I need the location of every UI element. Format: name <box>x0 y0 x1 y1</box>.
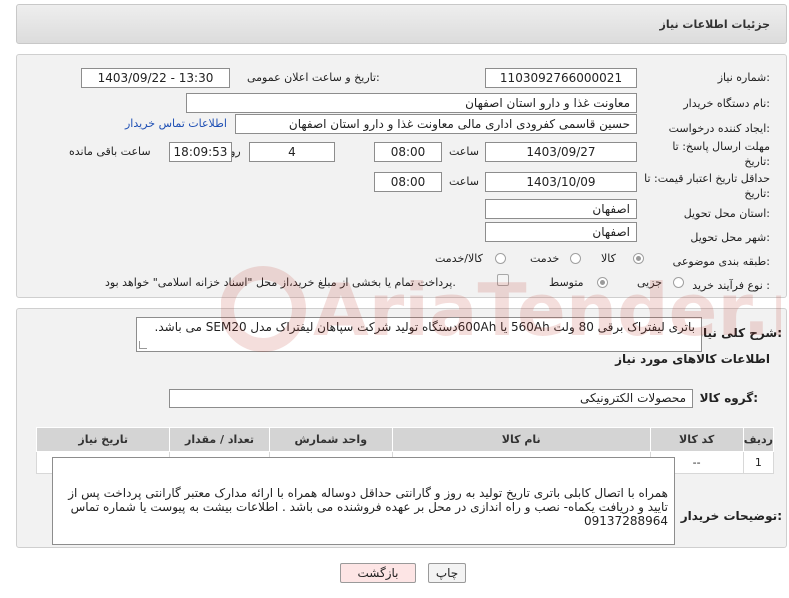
cell-row-number: 1 <box>742 451 775 474</box>
remaining-time-field: 18:09:53 <box>169 142 232 162</box>
category-option-goods: کالا <box>601 252 616 265</box>
city-field: اصفهان <box>485 222 637 242</box>
buyer-org-label: نام دستگاه خریدار: <box>683 97 770 110</box>
treasury-payment-note: پرداخت تمام یا بخشی از مبلغ خرید،از محل … <box>105 276 456 289</box>
buyer-notes-label: توضیحات خریدار: <box>680 509 782 523</box>
deadline-date-field: 1403/09/27 <box>485 142 637 162</box>
city-label: شهر محل تحویل: <box>690 231 770 244</box>
process-type-label: نوع فرآیند خرید : <box>692 279 770 292</box>
process-radio-medium[interactable] <box>597 277 608 288</box>
need-info-panel: شماره نیاز: 1103092766000021 تاریخ و ساع… <box>16 54 787 298</box>
col-item-name: نام کالا <box>391 427 651 452</box>
header-bar: جزئیات اطلاعات نیاز <box>16 4 787 44</box>
category-option-service: خدمت <box>530 252 560 265</box>
need-number-field: 1103092766000021 <box>485 68 637 88</box>
province-field: اصفهان <box>485 199 637 219</box>
need-number-label: شماره نیاز: <box>717 71 770 84</box>
col-quantity: تعداد / مقدار <box>169 427 270 452</box>
validity-date-field: 1403/10/09 <box>485 172 637 192</box>
category-radio-goods[interactable] <box>633 253 644 264</box>
col-need-date: تاریخ نیاز <box>35 427 171 452</box>
deadline-label: مهلت ارسال پاسخ: تا <box>672 140 770 153</box>
creator-label: ایجاد کننده درخواست: <box>668 122 770 135</box>
price-validity-label: حداقل تاریخ اعتبار قیمت: تا <box>644 172 770 185</box>
goods-group-label: گروه کالا: <box>699 391 758 405</box>
price-validity-label-date: تاریخ: <box>744 187 770 200</box>
process-option-medium: متوسط <box>549 276 584 289</box>
goods-section-title: اطلاعات کالاهای مورد نیاز <box>615 352 770 366</box>
process-radio-minor[interactable] <box>673 277 684 288</box>
buyer-org-field: معاونت غذا و دارو استان اصفهان <box>186 93 637 113</box>
description-field: باتری لیفتراک برقی 80 ولت 560Ah یا 600Ah… <box>136 317 702 352</box>
table-header-row: ردیف کد کالا نام کالا واحد شمارش تعداد /… <box>35 427 775 452</box>
col-row-number: ردیف <box>742 427 775 452</box>
back-button[interactable]: بازگشت <box>340 563 416 583</box>
resize-handle[interactable] <box>139 341 147 349</box>
category-label: طبقه بندی موضوعی: <box>672 255 770 268</box>
description-text: باتری لیفتراک برقی 80 ولت 560Ah یا 600Ah… <box>154 320 695 334</box>
print-button[interactable]: چاپ <box>428 563 466 583</box>
buyer-notes-field: همراه با اتصال کابلی باتری تاریخ تولید ب… <box>52 457 675 545</box>
province-label: استان محل تحویل: <box>683 207 770 220</box>
category-option-goods-service: کالا/خدمت <box>435 252 483 265</box>
treasury-payment-checkbox[interactable] <box>497 274 509 286</box>
buyer-notes-text: همراه با اتصال کابلی باتری تاریخ تولید ب… <box>68 486 668 528</box>
goods-group-field: محصولات الکترونیکی <box>169 389 693 408</box>
announce-date-field: 1403/09/22 - 13:30 <box>81 68 230 88</box>
page-frame: جزئیات اطلاعات نیاز شماره نیاز: 11030927… <box>16 4 787 594</box>
buyer-contact-link[interactable]: اطلاعات تماس خریدار <box>125 117 227 130</box>
category-radio-service[interactable] <box>570 253 581 264</box>
validity-time-label: ساعت <box>449 175 479 188</box>
announce-date-label: تاریخ و ساعت اعلان عمومی: <box>247 71 380 84</box>
col-item-code: کد کالا <box>649 427 744 452</box>
remaining-days-field: 4 <box>249 142 335 162</box>
deadline-time-label: ساعت <box>449 145 479 158</box>
validity-time-field: 08:00 <box>374 172 442 192</box>
creator-field: حسین قاسمی کفرودی اداری مالی معاونت غذا … <box>235 114 637 134</box>
deadline-label-date: تاریخ: <box>744 155 770 168</box>
page-title: جزئیات اطلاعات نیاز <box>659 18 771 31</box>
category-radio-goods-service[interactable] <box>495 253 506 264</box>
remaining-label: ساعت باقی مانده <box>69 145 151 158</box>
col-unit: واحد شمارش <box>268 427 393 452</box>
description-label: شرح کلی نیاز: <box>696 326 782 340</box>
goods-panel: شرح کلی نیاز: باتری لیفتراک برقی 80 ولت … <box>16 308 787 548</box>
process-option-minor: جزیی <box>637 276 663 289</box>
deadline-time-field: 08:00 <box>374 142 442 162</box>
